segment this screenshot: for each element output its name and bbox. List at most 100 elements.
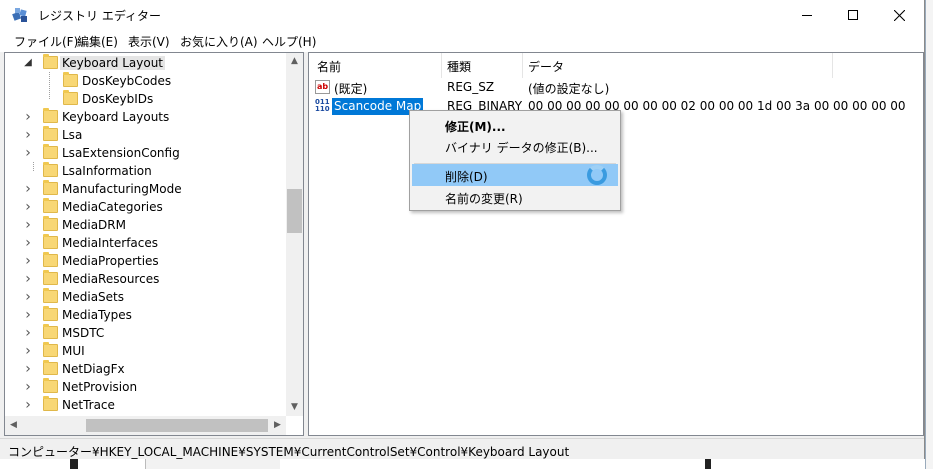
value-name[interactable]: (既定) xyxy=(332,79,369,96)
minimize-button[interactable] xyxy=(784,0,830,30)
folder-icon xyxy=(43,108,58,123)
menu-favorites[interactable]: お気に入り(A) xyxy=(180,33,258,50)
menu-help[interactable]: ヘルプ(H) xyxy=(262,33,316,50)
collapsed-chevron-icon[interactable]: › xyxy=(22,146,34,160)
tree-item[interactable]: LsaInformation xyxy=(5,162,286,180)
collapsed-chevron-icon[interactable]: › xyxy=(22,236,34,250)
collapsed-chevron-icon[interactable]: › xyxy=(22,254,34,268)
tree-item[interactable]: › NetProvision xyxy=(5,378,286,396)
registry-editor-window: レジストリ エディター ファイル(F) 編集(E) 表示(V) お気に入り(A)… xyxy=(0,0,925,459)
context-menu: 修正(M)... バイナリ データの修正(B)... 削除(D) 名前の変更(R) xyxy=(409,110,621,211)
context-menu-rename[interactable]: 名前の変更(R) xyxy=(412,186,618,208)
title-bar[interactable]: レジストリ エディター xyxy=(0,0,924,30)
folder-icon xyxy=(43,288,58,303)
window-title: レジストリ エディター xyxy=(38,9,161,23)
column-header-name[interactable]: 名前 xyxy=(309,53,442,78)
context-menu-modify-binary[interactable]: バイナリ データの修正(B)... xyxy=(412,135,618,157)
folder-icon xyxy=(43,360,58,375)
tree-item-label: MediaProperties xyxy=(62,254,159,268)
tree-leaf-spacer xyxy=(42,75,54,87)
value-data: (値の設定なし) xyxy=(528,82,610,96)
menu-file[interactable]: ファイル(F) xyxy=(14,33,78,50)
collapsed-chevron-icon[interactable]: › xyxy=(22,200,34,214)
menu-view[interactable]: 表示(V) xyxy=(128,33,170,50)
binary-value-icon: 011 110 xyxy=(315,98,330,113)
tree-item[interactable]: › NetTrace xyxy=(5,396,286,414)
tree-item[interactable]: › MUI xyxy=(5,342,286,360)
folder-icon xyxy=(63,72,78,87)
tree-item[interactable]: › MSDTC xyxy=(5,324,286,342)
scroll-right-arrow-icon[interactable]: ▶ xyxy=(269,416,286,435)
tree-item[interactable]: › MediaResources xyxy=(5,270,286,288)
tree-horizontal-scroll-thumb[interactable] xyxy=(86,419,268,432)
collapsed-chevron-icon[interactable]: › xyxy=(22,128,34,142)
folder-icon xyxy=(43,234,58,249)
value-row[interactable]: ab (既定) REG_SZ (値の設定なし) xyxy=(309,78,919,98)
context-menu-modify[interactable]: 修正(M)... xyxy=(412,114,618,136)
tree-item[interactable]: › Keyboard Layouts xyxy=(5,108,286,126)
tree-item-label: MediaTypes xyxy=(62,308,132,322)
tree-item[interactable]: › MediaSets xyxy=(5,288,286,306)
tree-item[interactable]: DosKeybIDs xyxy=(5,90,286,108)
collapsed-chevron-icon[interactable]: › xyxy=(22,308,34,322)
collapsed-chevron-icon[interactable]: › xyxy=(22,182,34,196)
menu-bar: ファイル(F) 編集(E) 表示(V) お気に入り(A) ヘルプ(H) xyxy=(0,30,924,52)
folder-icon xyxy=(43,396,58,411)
maximize-button[interactable] xyxy=(830,0,876,30)
background-window-edge xyxy=(925,0,933,469)
scroll-down-arrow-icon[interactable]: ▼ xyxy=(286,399,303,416)
tree-item-label: MediaDRM xyxy=(62,218,126,232)
tree-item[interactable]: ◢ Keyboard Layout xyxy=(5,54,286,72)
folder-icon xyxy=(43,54,58,69)
key-tree: ◢ Keyboard Layout DosKeybCodes DosKeybIDs › K… xyxy=(5,53,286,416)
folder-icon xyxy=(43,342,58,357)
minimize-icon xyxy=(802,14,812,16)
collapsed-chevron-icon[interactable]: › xyxy=(22,380,34,394)
collapsed-chevron-icon[interactable]: › xyxy=(22,362,34,376)
tree-item-label: NetTrace xyxy=(62,398,115,412)
tree-item-label: Keyboard Layouts xyxy=(62,110,170,124)
collapsed-chevron-icon[interactable]: › xyxy=(22,290,34,304)
tree-item[interactable]: › ManufacturingMode xyxy=(5,180,286,198)
context-menu-item-label: 名前の変更(R) xyxy=(445,192,523,206)
tree-vertical-scrollbar[interactable]: ▲ ▼ xyxy=(286,53,303,416)
tree-item[interactable]: › MediaProperties xyxy=(5,252,286,270)
column-header-type[interactable]: 種類 xyxy=(442,53,523,78)
close-button[interactable] xyxy=(876,0,922,30)
folder-icon xyxy=(43,162,58,177)
collapsed-chevron-icon[interactable]: › xyxy=(22,344,34,358)
context-menu-item-label: バイナリ データの修正(B)... xyxy=(445,141,598,155)
tree-horizontal-scrollbar[interactable]: ◀ ▶ xyxy=(5,416,286,435)
collapsed-chevron-icon[interactable]: › xyxy=(22,218,34,232)
scroll-up-arrow-icon[interactable]: ▲ xyxy=(286,53,303,70)
context-menu-delete[interactable]: 削除(D) xyxy=(412,164,618,186)
scroll-left-arrow-icon[interactable]: ◀ xyxy=(5,416,22,435)
background-fragment xyxy=(705,458,711,469)
tree-item[interactable]: › MediaCategories xyxy=(5,198,286,216)
folder-icon xyxy=(43,324,58,339)
folder-icon xyxy=(43,180,58,195)
expanded-chevron-icon[interactable]: ◢ xyxy=(22,57,34,69)
tree-vertical-scroll-thumb[interactable] xyxy=(287,189,302,233)
key-tree-pane[interactable]: ◢ Keyboard Layout DosKeybCodes DosKeybIDs › K… xyxy=(4,52,304,436)
tree-item[interactable]: › MediaDRM xyxy=(5,216,286,234)
tree-item[interactable]: › MediaInterfaces xyxy=(5,234,286,252)
tree-item[interactable]: DosKeybCodes xyxy=(5,72,286,90)
status-bar: コンピューター¥HKEY_LOCAL_MACHINE¥SYSTEM¥Curren… xyxy=(0,438,924,459)
tree-item[interactable]: › MediaTypes xyxy=(5,306,286,324)
collapsed-chevron-icon[interactable]: › xyxy=(22,272,34,286)
collapsed-chevron-icon[interactable]: › xyxy=(22,326,34,340)
tree-item[interactable]: › Lsa xyxy=(5,126,286,144)
collapsed-chevron-icon[interactable]: › xyxy=(22,398,34,412)
tree-item-label: MSDTC xyxy=(62,326,105,340)
folder-icon xyxy=(43,216,58,231)
tree-item-label: DosKeybCodes xyxy=(82,74,172,88)
tree-item-label: NetDiagFx xyxy=(62,362,125,376)
tree-item-label: NetProvision xyxy=(62,380,138,394)
menu-edit[interactable]: 編集(E) xyxy=(77,33,118,50)
tree-item[interactable]: › NetDiagFx xyxy=(5,360,286,378)
tree-item[interactable]: › LsaExtensionConfig xyxy=(5,144,286,162)
collapsed-chevron-icon[interactable]: › xyxy=(22,110,34,124)
folder-icon xyxy=(43,306,58,321)
column-header-data[interactable]: データ xyxy=(523,53,833,78)
